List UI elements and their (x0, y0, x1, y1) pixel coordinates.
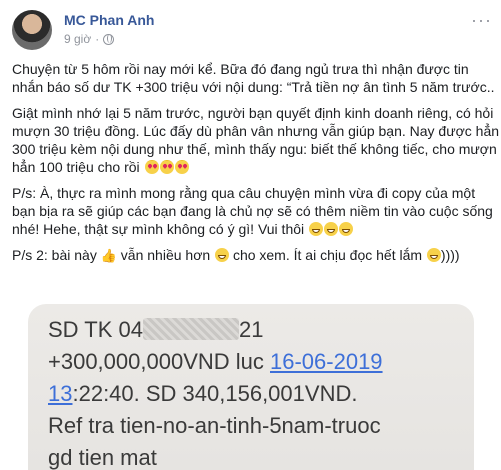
thumbs-up-icon: 👍 (100, 248, 117, 263)
globe-icon[interactable] (103, 33, 115, 45)
heart-eyes-emoji-icon (159, 160, 174, 174)
laughing-emoji-icon (215, 248, 230, 262)
paragraph-2: Giật mình nhớ lại 5 năm trước, người bạn… (12, 105, 500, 175)
grin-emoji-icon (339, 222, 354, 236)
sms-time-link[interactable]: 13 (48, 381, 72, 406)
sms-line-4: Ref tra tien-no-an-tinh-5nam-truoc (48, 413, 381, 438)
sms-message: SD TK 04 21 +300,000,000VND luc 16-06-201… (48, 314, 383, 470)
grin-emoji-icon (309, 222, 324, 236)
sms-line-2: +300,000,000VND luc 16-06-2019 (48, 349, 383, 374)
heart-eyes-emoji-icon (144, 160, 159, 174)
heart-eyes-emoji-icon (174, 160, 189, 174)
paragraph-3: P/s: À, thực ra mình mong rằng qua câu c… (12, 185, 493, 237)
paragraph-1: Chuyện từ 5 hôm rồi nay mới kể. Bữa đó đ… (12, 61, 495, 95)
post-meta: 9 giờ · (64, 32, 115, 46)
smile-emoji-icon (426, 248, 441, 262)
grin-emoji-icon (324, 222, 339, 236)
post-header: MC Phan Anh 9 giờ · ··· (12, 10, 492, 50)
post-photo[interactable]: SD TK 04 21 +300,000,000VND luc 16-06-201… (28, 304, 474, 470)
sms-line-3: 13:22:40. SD 340,156,001VND. (48, 381, 358, 406)
blurred-account-number (142, 318, 239, 340)
author-name[interactable]: MC Phan Anh (64, 12, 154, 28)
sms-date-link[interactable]: 16-06-2019 (270, 349, 383, 374)
sms-line-5: gd tien mat (48, 445, 157, 470)
post-text: Chuyện từ 5 hôm rồi nay mới kể. Bữa đó đ… (12, 60, 500, 273)
post-time[interactable]: 9 giờ (64, 32, 91, 46)
paragraph-4: P/s 2: bài này 👍 vẫn nhiều hơn cho xem. … (12, 247, 460, 263)
avatar[interactable] (12, 10, 52, 50)
more-options-button[interactable]: ··· (471, 10, 492, 31)
sms-line-1: SD TK 04 21 (48, 317, 264, 342)
